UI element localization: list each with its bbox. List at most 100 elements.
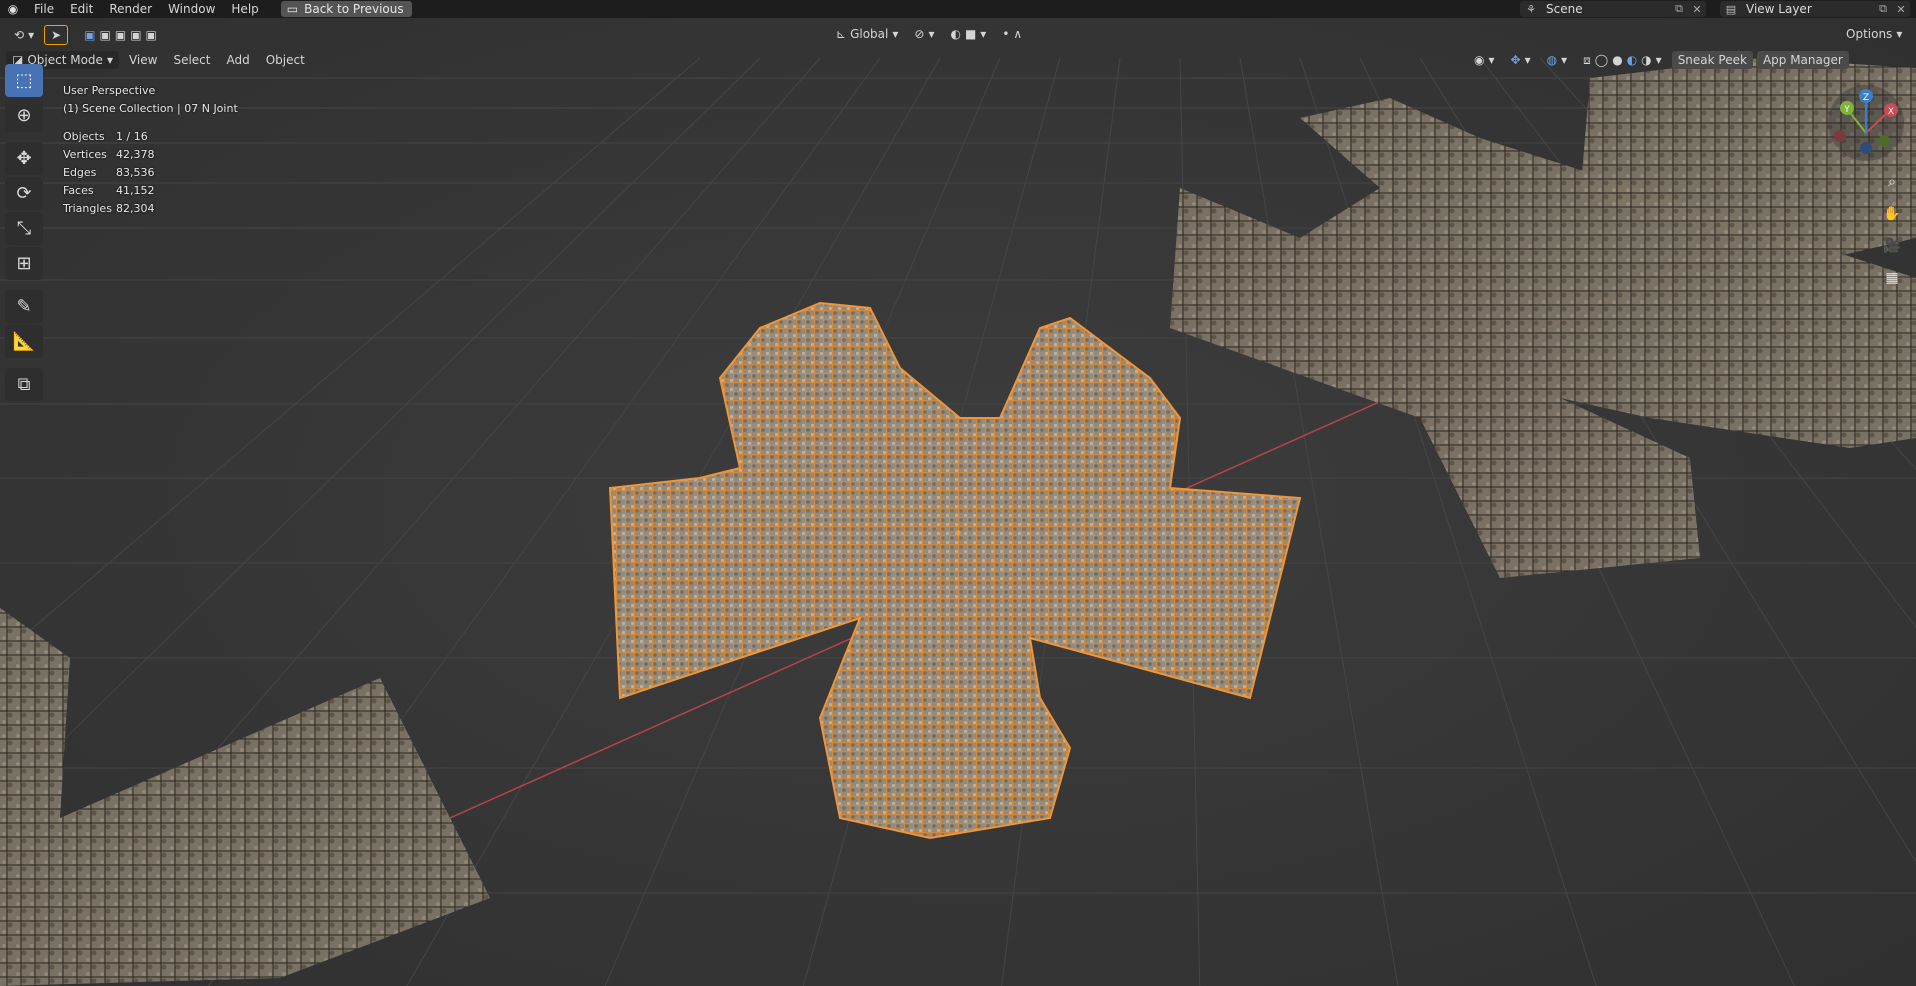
transform-tool-icon[interactable]: ⊞ xyxy=(5,247,43,280)
sneak-peek-button[interactable]: Sneak Peek xyxy=(1671,51,1753,69)
stat-value: 1 / 16 xyxy=(116,130,148,143)
menu-help[interactable]: Help xyxy=(223,0,266,18)
dropdown-icon: ▾ xyxy=(980,27,987,41)
viewport-header-right: ◉ ▾ ✥ ▾ ◍ ▾ ⧈ ◯ ● ◐ ◑ ▾ Sneak Peek App Mana… xyxy=(1468,51,1849,69)
pan-hand-icon[interactable]: ✋ xyxy=(1880,202,1904,226)
viewport-info-overlay: User Perspective (1) Scene Collection | … xyxy=(63,82,238,118)
toolbar-divider xyxy=(5,134,43,140)
stat-label: Edges xyxy=(63,166,97,179)
menu-edit[interactable]: Edit xyxy=(62,0,101,18)
shading-modes[interactable]: ⧈ ◯ ● ◐ ◑ ▾ xyxy=(1577,51,1668,69)
editor-type-button[interactable]: ⟲ ▾ xyxy=(8,26,40,44)
stat-value: 41,152 xyxy=(116,184,155,197)
options-label: Options xyxy=(1846,27,1893,41)
transform-settings: ⊾ Global ▾ ⊘ ▾ ◐ ■ ▾ • ∧ xyxy=(830,25,1028,43)
cursor-tool-icon[interactable]: ⊕ xyxy=(5,99,43,132)
stat-row: Faces 41,152 xyxy=(63,182,155,200)
3d-viewport[interactable]: X Y Z xyxy=(0,18,1916,986)
gizmo-y-label: Y xyxy=(1843,105,1850,115)
stat-label: Objects xyxy=(63,130,105,143)
view-layer-selector[interactable]: ▤ View Layer ⧉ ✕ xyxy=(1720,1,1910,17)
cursor-arrow-icon: ➤ xyxy=(51,28,62,42)
stat-row: Triangles 82,304 xyxy=(63,200,155,218)
annotate-tool-icon[interactable]: ✎ xyxy=(5,290,43,323)
select-subtract-icon[interactable]: ▣ xyxy=(115,26,126,44)
gizmo-z-label: Z xyxy=(1863,93,1869,103)
menu-select[interactable]: Select xyxy=(167,51,216,69)
visibility-dropdown[interactable]: ◉ ▾ xyxy=(1468,51,1501,69)
stat-row: Edges 83,536 xyxy=(63,164,155,182)
gizmo-toggle[interactable]: ✥ ▾ xyxy=(1505,51,1537,69)
menu-view[interactable]: View xyxy=(123,51,163,69)
new-view-layer-icon[interactable]: ⧉ xyxy=(1874,2,1892,16)
delete-view-layer-icon[interactable]: ✕ xyxy=(1892,3,1910,16)
transform-orientation-dropdown[interactable]: ⊾ Global ▾ xyxy=(830,25,904,43)
add-cube-tool-icon[interactable]: ⧉ xyxy=(5,368,43,401)
select-extend-icon[interactable]: ▣ xyxy=(100,26,111,44)
selection-mode-set[interactable]: ▣ ▣ ▣ ▣ ▣ xyxy=(78,26,163,44)
proportional-icon: • xyxy=(1002,27,1010,41)
falloff-icon: ∧ xyxy=(1013,27,1023,41)
camera-view-icon[interactable]: 🎥 xyxy=(1880,234,1904,258)
screen-icon: ▭ xyxy=(286,2,299,16)
solid-shading-icon[interactable]: ● xyxy=(1612,51,1622,69)
viewport-canvas: X Y Z xyxy=(0,18,1916,986)
stat-label: Triangles xyxy=(63,202,112,215)
editor-type-icon: ⟲ xyxy=(14,28,25,42)
menu-window[interactable]: Window xyxy=(160,0,223,18)
dropdown-icon: ▾ xyxy=(1655,53,1662,67)
new-scene-icon[interactable]: ⧉ xyxy=(1670,2,1688,16)
select-tool-button[interactable]: ➤ xyxy=(44,25,69,45)
pivot-point-dropdown[interactable]: ⊘ ▾ xyxy=(908,25,940,43)
snap-toggle[interactable]: ◐ ■ ▾ xyxy=(944,25,992,43)
measure-tool-icon[interactable]: 📐 xyxy=(5,325,43,358)
overlay-icon: ◍ xyxy=(1546,53,1558,67)
stat-row: Vertices 42,378 xyxy=(63,146,155,164)
dropdown-icon: ▾ xyxy=(928,27,935,41)
dropdown-icon: ▾ xyxy=(892,27,899,41)
rotate-tool-icon[interactable]: ⟳ xyxy=(5,177,43,210)
dropdown-icon: ▾ xyxy=(1524,53,1531,67)
back-to-previous-button[interactable]: ▭ Back to Previous xyxy=(280,1,412,17)
proportional-editing-toggle[interactable]: • ∧ xyxy=(996,25,1028,43)
navigation-gizmo[interactable]: X Y Z xyxy=(1828,85,1904,161)
move-tool-icon[interactable]: ✥ xyxy=(5,142,43,175)
scale-tool-icon[interactable]: ⤡ xyxy=(5,212,43,245)
toolbar-divider xyxy=(5,360,43,366)
options-dropdown[interactable]: Options ▾ xyxy=(1840,25,1908,43)
tool-settings-bar: ⟲ ▾ ➤ ▣ ▣ ▣ ▣ ▣ xyxy=(8,25,163,45)
collection-label: (1) Scene Collection | 07 N Joint xyxy=(63,102,238,115)
stat-row: Objects 1 / 16 xyxy=(63,128,155,146)
scene-selector[interactable]: ⚘ Scene ⧉ ✕ xyxy=(1520,1,1706,17)
app-manager-button[interactable]: App Manager xyxy=(1756,51,1849,69)
transform-orientation-label: Global xyxy=(850,27,889,41)
select-box-tool-icon[interactable]: ⬚ xyxy=(5,64,43,97)
dropdown-icon: ▾ xyxy=(1896,27,1903,41)
left-toolbar: ⬚ ⊕ ✥ ⟳ ⤡ ⊞ ✎ 📐 ⧉ xyxy=(5,64,43,401)
pivot-icon: ⊘ xyxy=(914,27,925,41)
menu-add[interactable]: Add xyxy=(220,51,255,69)
magnet-icon: ◐ xyxy=(950,27,961,41)
blender-logo-icon[interactable]: ◉ xyxy=(0,0,26,18)
delete-scene-icon[interactable]: ✕ xyxy=(1688,3,1706,16)
rendered-shading-icon[interactable]: ◑ xyxy=(1641,51,1651,69)
select-new-icon[interactable]: ▣ xyxy=(84,26,95,44)
view-layer-icon: ▤ xyxy=(1725,2,1737,16)
view-name: User Perspective xyxy=(63,84,156,97)
overlay-toggle[interactable]: ◍ ▾ xyxy=(1541,51,1574,69)
scene-statistics: Objects 1 / 16 Vertices 42,378 Edges 83,536… xyxy=(63,128,155,218)
menu-object[interactable]: Object xyxy=(260,51,311,69)
select-invert-icon[interactable]: ▣ xyxy=(130,26,141,44)
stat-value: 82,304 xyxy=(116,202,155,215)
view-layer-name[interactable]: View Layer xyxy=(1742,2,1874,16)
xray-icon[interactable]: ⧈ xyxy=(1583,51,1591,69)
zoom-icon[interactable]: ⌕ xyxy=(1880,170,1904,194)
scene-name[interactable]: Scene xyxy=(1542,2,1670,16)
stat-label: Faces xyxy=(63,184,94,197)
wireframe-shading-icon[interactable]: ◯ xyxy=(1595,51,1608,69)
perspective-toggle-icon[interactable]: ▦ xyxy=(1880,266,1904,290)
material-shading-icon[interactable]: ◐ xyxy=(1627,51,1637,69)
menu-render[interactable]: Render xyxy=(101,0,160,18)
select-intersect-icon[interactable]: ▣ xyxy=(146,26,157,44)
menu-file[interactable]: File xyxy=(26,0,62,18)
